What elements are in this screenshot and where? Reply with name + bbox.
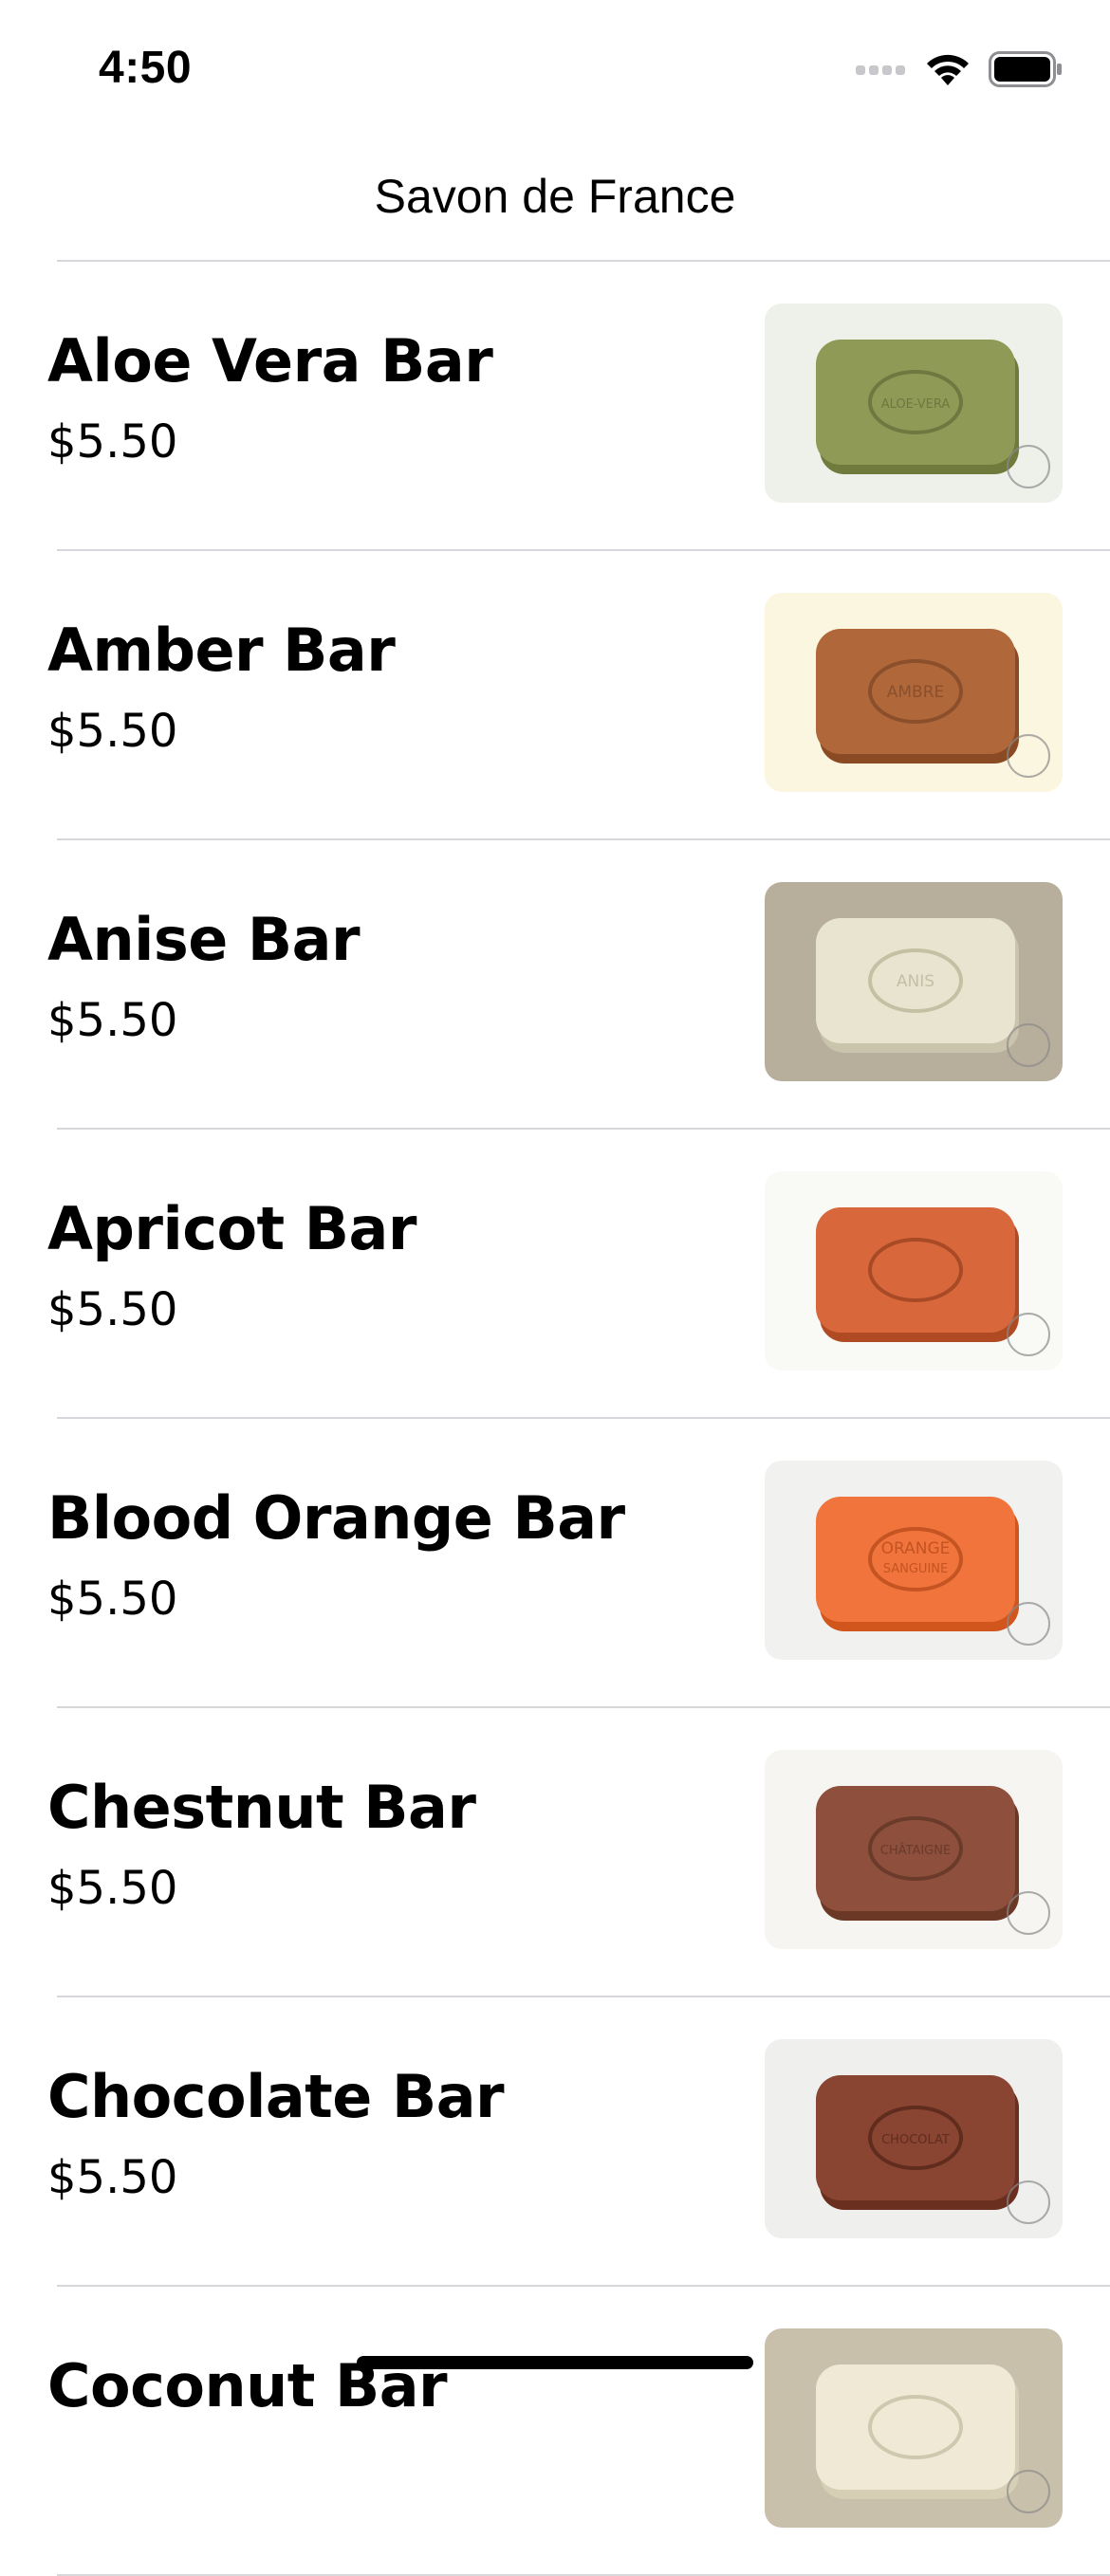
product-thumbnail: ORANGE SANGUINE [765, 1461, 1063, 1660]
product-price: $5.50 [47, 1862, 178, 1915]
soap-bar-image [765, 1171, 1063, 1371]
list-item[interactable]: Amber Bar $5.50 AMBRE [0, 551, 1110, 840]
soap-stamp-text: CHÂTAIGNE [880, 1843, 951, 1858]
product-name: Amber Bar [47, 616, 396, 685]
status-icons [856, 49, 1063, 89]
soap-stamp-text: ALOE-VERA [881, 397, 951, 412]
product-name: Chestnut Bar [47, 1773, 476, 1842]
list-item[interactable]: Apricot Bar $5.50 [0, 1130, 1110, 1419]
product-price: $5.50 [47, 2151, 178, 2204]
soap-stamp-text: AMBRE [887, 683, 945, 702]
soap-bar-image: AMBRE [765, 593, 1063, 792]
soap-stamp-text: ANIS [897, 972, 934, 991]
product-price: $5.50 [47, 705, 178, 758]
product-name: Chocolate Bar [47, 2062, 505, 2131]
list-item[interactable]: Coconut Bar [0, 2287, 1110, 2576]
product-name: Anise Bar [47, 905, 361, 974]
soap-bar-image: CHOCOLAT [765, 2039, 1063, 2238]
battery-icon [989, 51, 1062, 87]
status-bar: 4:50 [0, 0, 1110, 133]
status-time: 4:50 [99, 43, 193, 93]
cellular-signal-icon [856, 65, 905, 75]
soap-bar-image: CHÂTAIGNE [765, 1750, 1063, 1949]
soap-stamp-text: SANGUINE [883, 1562, 948, 1576]
product-thumbnail: ALOE-VERA [765, 304, 1063, 503]
list-item[interactable]: Chestnut Bar $5.50 CHÂTAIGNE [0, 1708, 1110, 1997]
wifi-icon [927, 54, 969, 85]
home-indicator[interactable] [357, 2356, 753, 2369]
product-thumbnail: CHOCOLAT [765, 2039, 1063, 2238]
soap-bar-image: ORANGE SANGUINE [765, 1461, 1063, 1660]
product-thumbnail [765, 2328, 1063, 2528]
page-title: Savon de France [374, 170, 736, 223]
product-thumbnail [765, 1171, 1063, 1371]
product-thumbnail: AMBRE [765, 593, 1063, 792]
navigation-bar: Savon de France [57, 133, 1110, 262]
list-item[interactable]: Blood Orange Bar $5.50 ORANGE SANGUINE [0, 1419, 1110, 1708]
list-item[interactable]: Chocolate Bar $5.50 CHOCOLAT [0, 1997, 1110, 2287]
soap-bar-image: ANIS [765, 882, 1063, 1081]
product-price: $5.50 [47, 415, 178, 469]
list-item[interactable]: Aloe Vera Bar $5.50 ALOE-VERA [0, 262, 1110, 551]
soap-bar-image [765, 2328, 1063, 2528]
product-thumbnail: CHÂTAIGNE [765, 1750, 1063, 1949]
product-price: $5.50 [47, 994, 178, 1047]
product-thumbnail: ANIS [765, 882, 1063, 1081]
product-name: Aloe Vera Bar [47, 326, 493, 396]
soap-bar-image: ALOE-VERA [765, 304, 1063, 503]
soap-stamp-text: ORANGE [881, 1539, 951, 1558]
product-name: Blood Orange Bar [47, 1483, 625, 1553]
product-price: $5.50 [47, 1283, 178, 1336]
list-item[interactable]: Anise Bar $5.50 ANIS [0, 840, 1110, 1130]
product-price: $5.50 [47, 1573, 178, 1626]
product-list[interactable]: Aloe Vera Bar $5.50 ALOE-VERA Amber Bar $5.5… [0, 262, 1110, 2576]
product-name: Apricot Bar [47, 1194, 416, 1263]
soap-stamp-text: CHOCOLAT [881, 2133, 950, 2147]
